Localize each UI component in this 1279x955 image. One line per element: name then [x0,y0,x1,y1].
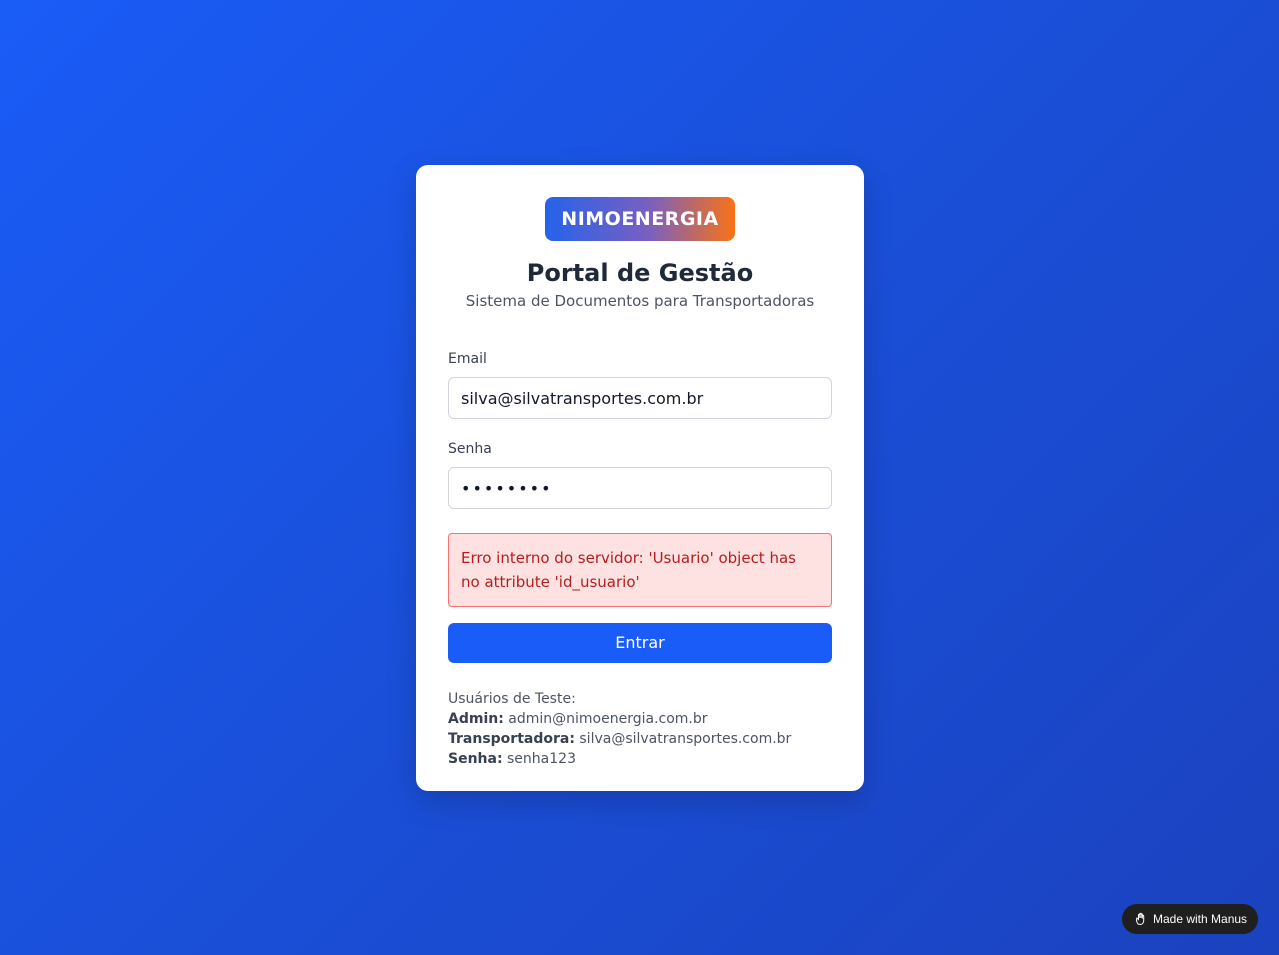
page-subtitle: Sistema de Documentos para Transportador… [465,292,815,310]
senha-label: Senha: [448,751,503,767]
test-user-admin: Admin: admin@nimoenergia.com.br [448,709,832,729]
badge-label: Made with Manus [1153,912,1248,926]
admin-label: Admin: [448,711,504,727]
login-button[interactable]: Entrar [448,623,832,663]
test-user-senha: Senha: senha123 [448,749,832,769]
made-with-manus-badge[interactable]: Made with Manus [1122,904,1258,934]
test-user-transportadora: Transportadora: silva@silvatransportes.c… [448,729,832,749]
email-label: Email [448,351,487,367]
manus-hand-icon [1134,912,1148,926]
test-users-heading: Usuários de Teste: [448,691,576,707]
page-title: Portal de Gestão [526,259,754,287]
error-alert: Erro interno do servidor: 'Usuario' obje… [448,533,832,607]
test-users-info: Usuários de Teste: Admin: admin@nimoener… [448,689,832,769]
password-field[interactable] [448,467,832,509]
transportadora-label: Transportadora: [448,731,575,747]
senha-value: senha123 [507,751,576,767]
logo-wrapper: NIMOENERGIA [448,197,832,241]
admin-value: admin@nimoenergia.com.br [508,711,708,727]
brand-logo: NIMOENERGIA [545,197,735,241]
login-card: NIMOENERGIA Portal de Gestão Sistema de … [416,165,864,791]
transportadora-value: silva@silvatransportes.com.br [579,731,792,747]
email-field[interactable] [448,377,832,419]
password-label: Senha [448,441,492,457]
